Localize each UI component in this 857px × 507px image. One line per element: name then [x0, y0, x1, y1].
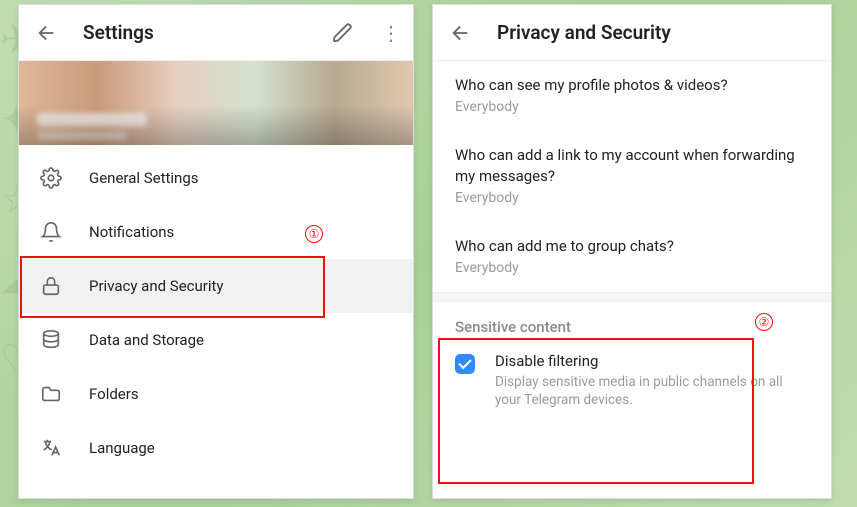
privacy-item-photos[interactable]: Who can see my profile photos & videos? …: [433, 61, 831, 131]
section-gap: [433, 292, 831, 302]
database-icon: [39, 328, 63, 352]
annotation-label-1: ①: [305, 224, 323, 243]
back-button[interactable]: [29, 15, 65, 51]
privacy-body: Who can see my profile photos & videos? …: [433, 61, 831, 421]
menu-item-language[interactable]: Language: [19, 421, 413, 475]
privacy-item-forward[interactable]: Who can add a link to my account when fo…: [433, 131, 831, 222]
privacy-item-groups[interactable]: Who can add me to group chats? Everybody: [433, 222, 831, 292]
privacy-q-forward: Who can add a link to my account when fo…: [455, 145, 809, 186]
privacy-q-groups: Who can add me to group chats?: [455, 236, 809, 256]
menu-item-data[interactable]: Data and Storage: [19, 313, 413, 367]
language-icon: [39, 436, 63, 460]
menu-label-notifications: Notifications: [89, 223, 174, 241]
kebab-icon: ⋮: [381, 21, 401, 45]
disable-filtering-desc: Display sensitive media in public channe…: [495, 373, 809, 409]
profile-banner[interactable]: [19, 61, 413, 145]
privacy-q-photos: Who can see my profile photos & videos?: [455, 75, 809, 95]
privacy-title: Privacy and Security: [497, 21, 821, 44]
menu-label-privacy: Privacy and Security: [89, 277, 224, 295]
disable-filtering-checkbox[interactable]: [455, 354, 475, 374]
menu-label-general: General Settings: [89, 169, 199, 187]
menu-label-data: Data and Storage: [89, 331, 204, 349]
folder-icon: [39, 382, 63, 406]
lock-icon: [39, 274, 63, 298]
more-button[interactable]: ⋮: [379, 21, 403, 45]
profile-name-blurred: [37, 113, 147, 127]
settings-header: Settings ⋮: [19, 5, 413, 61]
menu-item-notifications[interactable]: Notifications: [19, 205, 413, 259]
privacy-panel: Privacy and Security Who can see my prof…: [432, 4, 832, 499]
back-button-privacy[interactable]: [443, 15, 479, 51]
menu-label-folders: Folders: [89, 385, 139, 403]
privacy-a-groups: Everybody: [455, 260, 809, 276]
settings-title: Settings: [83, 21, 307, 44]
menu-label-language: Language: [89, 439, 155, 457]
arrow-left-icon: [36, 22, 58, 44]
profile-status-blurred: [37, 131, 127, 141]
annotation-label-2: ②: [755, 312, 773, 331]
bell-icon: [39, 220, 63, 244]
arrow-left-icon: [450, 22, 472, 44]
privacy-a-photos: Everybody: [455, 99, 809, 115]
privacy-header: Privacy and Security: [433, 5, 831, 61]
settings-menu: General Settings Notifications Privacy a…: [19, 145, 413, 475]
disable-filtering-title: Disable filtering: [495, 352, 809, 370]
settings-panel: Settings ⋮ General Settings Notification…: [18, 4, 414, 499]
menu-item-folders[interactable]: Folders: [19, 367, 413, 421]
gear-icon: [39, 166, 63, 190]
privacy-a-forward: Everybody: [455, 190, 809, 206]
menu-item-privacy[interactable]: Privacy and Security: [19, 259, 413, 313]
menu-item-general[interactable]: General Settings: [19, 151, 413, 205]
pencil-icon: [332, 22, 354, 44]
disable-filtering-row[interactable]: Disable filtering Display sensitive medi…: [433, 346, 831, 421]
edit-button[interactable]: [325, 15, 361, 51]
